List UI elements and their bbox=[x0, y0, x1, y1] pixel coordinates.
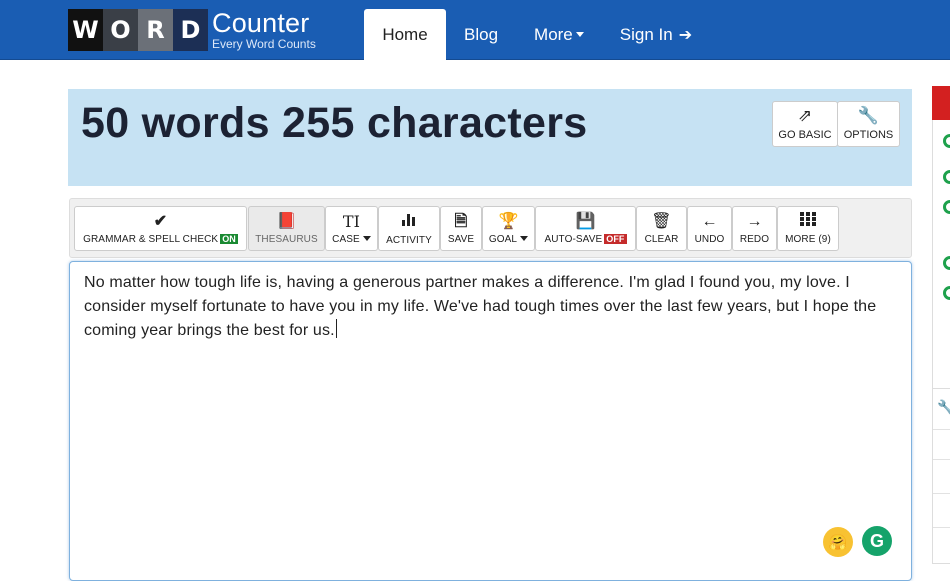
undo-label: UNDO bbox=[694, 233, 725, 245]
clear-label: CLEAR bbox=[644, 233, 679, 245]
status-dot-icon bbox=[943, 286, 950, 300]
caret-down-icon bbox=[520, 236, 529, 242]
save-label: SAVE bbox=[447, 233, 475, 245]
trophy-icon: 🏆 bbox=[498, 212, 519, 230]
nav-more-label: More bbox=[534, 24, 573, 44]
autosave-status-badge: OFF bbox=[604, 233, 627, 244]
case-dropdown-button[interactable]: TI CASE bbox=[325, 206, 378, 251]
text-cursor bbox=[335, 319, 337, 338]
logo-tile-d: D bbox=[173, 9, 208, 51]
options-label: OPTIONS bbox=[843, 129, 894, 141]
bar-chart-icon bbox=[401, 211, 417, 232]
clear-button[interactable]: 🗑 CLEAR bbox=[636, 206, 687, 251]
goal-label-row: GOAL bbox=[488, 233, 529, 245]
top-navbar: W O R D Counter Every Word Counts Home B… bbox=[0, 0, 950, 60]
side-tools-panel: 🔧 bbox=[932, 388, 950, 564]
hug-emoji-icon[interactable]: 🤗 bbox=[823, 527, 853, 557]
grammar-label-row: GRAMMAR & SPELL CHECK ON bbox=[83, 233, 238, 245]
wrench-icon: 🔧 bbox=[857, 106, 880, 125]
divider bbox=[933, 527, 950, 528]
grammar-status-badge: ON bbox=[220, 233, 238, 244]
status-dot-icon bbox=[943, 170, 950, 184]
grid-icon bbox=[800, 212, 816, 231]
redo-button[interactable]: → REDO bbox=[732, 206, 777, 251]
logo-brand: Counter Every Word Counts bbox=[212, 8, 316, 51]
thesaurus-button[interactable]: 📕 THESAURUS bbox=[248, 206, 325, 251]
status-dot-icon bbox=[943, 134, 950, 148]
activity-button[interactable]: ACTIVITY bbox=[378, 206, 440, 251]
editor-toolbar: ✔ GRAMMAR & SPELL CHECK ON 📕 THESAURUS TI… bbox=[69, 198, 912, 258]
logo-brand-name: Counter bbox=[212, 8, 310, 38]
word-count-heading: 50 words 255 characters bbox=[81, 99, 588, 147]
activity-label: ACTIVITY bbox=[386, 235, 432, 246]
editor-text[interactable]: No matter how tough life is, having a ge… bbox=[84, 271, 894, 343]
options-button[interactable]: 🔧 OPTIONS bbox=[837, 101, 900, 147]
grammar-label: GRAMMAR & SPELL CHECK bbox=[83, 233, 219, 245]
divider bbox=[933, 429, 950, 430]
main-nav: Home Blog More Sign In ➔ bbox=[364, 0, 710, 60]
logo-tile-w: W bbox=[68, 9, 103, 51]
auto-save-button[interactable]: 💾 AUTO-SAVE OFF bbox=[535, 206, 636, 251]
nav-sign-in[interactable]: Sign In ➔ bbox=[602, 9, 710, 60]
right-side-panel: 🔧 bbox=[932, 86, 950, 564]
check-icon: ✔ bbox=[153, 212, 168, 230]
side-panel-header bbox=[932, 86, 950, 120]
trash-icon: 🗑 bbox=[651, 212, 672, 230]
nav-blog[interactable]: Blog bbox=[446, 9, 516, 60]
grammar-spell-check-button[interactable]: ✔ GRAMMAR & SPELL CHECK ON bbox=[74, 206, 247, 251]
word-count-banner: 50 words 255 characters ⇗ GO BASIC 🔧 OPT… bbox=[68, 89, 912, 186]
more-tools-button[interactable]: MORE (9) bbox=[777, 206, 839, 251]
logo-tagline: Every Word Counts bbox=[212, 37, 316, 51]
caret-down-icon bbox=[362, 236, 371, 242]
grammarly-icon[interactable]: G bbox=[862, 526, 892, 556]
text-case-icon: TI bbox=[342, 211, 361, 231]
go-basic-button[interactable]: ⇗ GO BASIC bbox=[772, 101, 838, 147]
arrow-right-icon: → bbox=[746, 212, 763, 230]
external-link-icon: ⇗ bbox=[797, 106, 813, 125]
floppy-disk-icon: 💾 bbox=[575, 212, 596, 230]
more-tools-label: MORE (9) bbox=[785, 234, 831, 245]
goal-label: GOAL bbox=[488, 233, 518, 245]
logo-tile-r: R bbox=[138, 9, 173, 51]
case-label-row: CASE bbox=[332, 234, 371, 245]
redo-label: REDO bbox=[739, 233, 770, 245]
case-label: CASE bbox=[332, 233, 360, 245]
status-dot-icon bbox=[943, 256, 950, 270]
nav-more-dropdown[interactable]: More bbox=[516, 9, 602, 60]
editor-text-content: No matter how tough life is, having a ge… bbox=[84, 274, 877, 339]
autosave-label: AUTO-SAVE bbox=[544, 233, 603, 245]
goal-dropdown-button[interactable]: 🏆 GOAL bbox=[482, 206, 535, 251]
go-basic-label: GO BASIC bbox=[778, 129, 832, 141]
undo-button[interactable]: ← UNDO bbox=[687, 206, 732, 251]
autosave-label-row: AUTO-SAVE OFF bbox=[544, 233, 627, 245]
sign-in-icon: ➔ bbox=[678, 26, 693, 44]
caret-down-icon bbox=[575, 32, 584, 37]
text-editor[interactable]: No matter how tough life is, having a ge… bbox=[69, 261, 912, 581]
nav-sign-in-label: Sign In bbox=[619, 24, 673, 44]
divider bbox=[933, 493, 950, 494]
save-file-icon: 🗎 bbox=[454, 212, 468, 230]
logo-tile-o: O bbox=[103, 9, 138, 51]
arrow-left-icon: ← bbox=[701, 212, 718, 230]
book-icon: 📕 bbox=[276, 212, 297, 230]
site-logo[interactable]: W O R D Counter Every Word Counts bbox=[68, 9, 316, 51]
wrench-icon[interactable]: 🔧 bbox=[937, 399, 950, 416]
thesaurus-label: THESAURUS bbox=[255, 233, 318, 245]
divider bbox=[933, 459, 950, 460]
status-dot-icon bbox=[943, 200, 950, 214]
nav-home[interactable]: Home bbox=[364, 9, 446, 60]
save-button[interactable]: 🗎 SAVE bbox=[440, 206, 482, 251]
